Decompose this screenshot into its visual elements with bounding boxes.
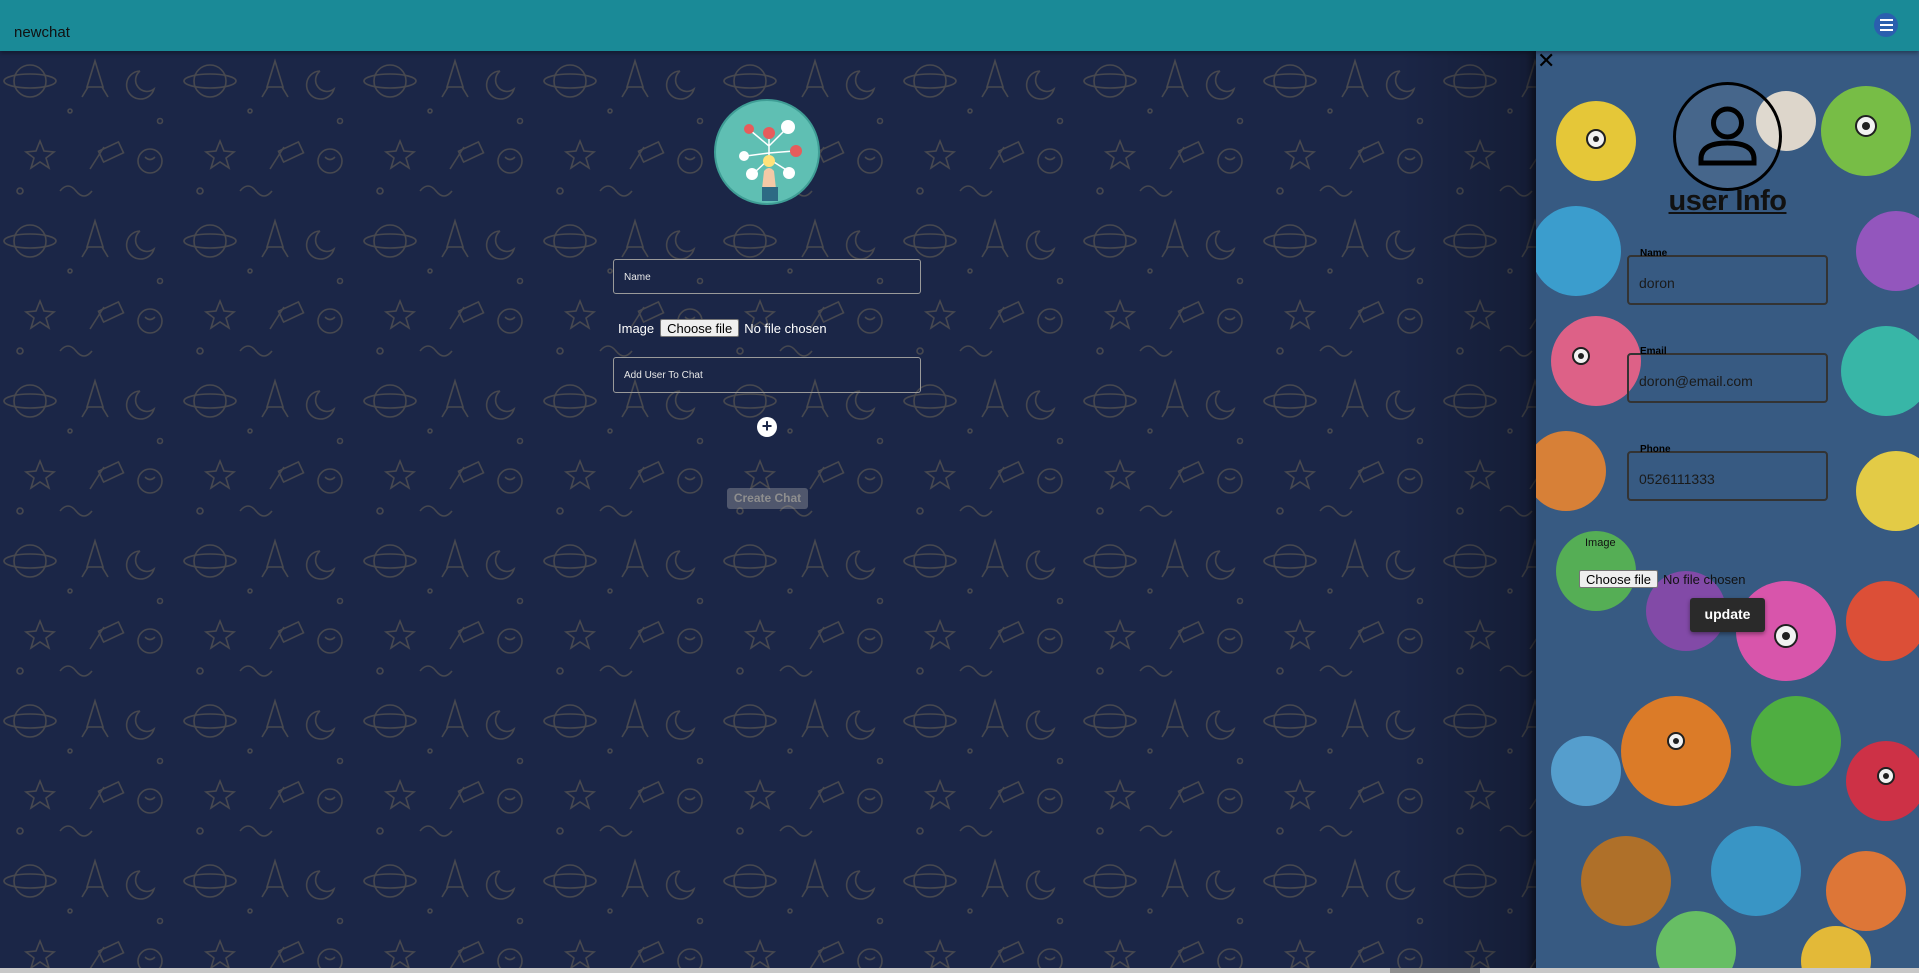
add-user-input[interactable]: Add User To Chat (613, 357, 921, 393)
update-button[interactable]: update (1690, 598, 1765, 632)
user-name-label: Name (1640, 248, 1668, 259)
user-email-value: doron@email.com (1639, 373, 1753, 389)
chat-image-choose-file-button[interactable]: Choose file (660, 319, 740, 337)
chat-name-input[interactable]: Name (613, 259, 921, 294)
horizontal-scrollbar[interactable] (0, 968, 1919, 973)
create-chat-button[interactable]: Create Chat (727, 488, 808, 509)
app-title: newchat (14, 24, 70, 41)
user-info-title: user Info (1668, 185, 1787, 217)
user-image-choose-file-button[interactable]: Choose file (1579, 570, 1659, 588)
chat-image-no-file-text: No file chosen (744, 320, 827, 336)
user-phone-value: 0526111333 (1639, 471, 1715, 487)
user-image-no-file-text: No file chosen (1663, 571, 1746, 587)
user-image-label: Image (1585, 537, 1616, 549)
user-name-field[interactable]: Name doron (1627, 248, 1828, 305)
user-image-file-row: Choose file No file chosen (1579, 570, 1745, 588)
close-icon[interactable]: ✕ (1537, 50, 1555, 72)
user-name-value: doron (1639, 275, 1675, 291)
plus-circle-icon[interactable]: + (757, 417, 777, 437)
user-email-label: Email (1640, 346, 1667, 357)
hamburger-menu-icon[interactable] (1874, 13, 1898, 37)
add-user-placeholder: Add User To Chat (624, 370, 703, 381)
scrollbar-thumb[interactable] (1390, 968, 1480, 973)
network-hand-logo (714, 99, 820, 205)
app-bar: newchat (0, 0, 1919, 51)
chat-image-label: Image (618, 320, 655, 336)
chat-image-row: Image Choose file No file chosen (618, 319, 827, 337)
user-phone-label: Phone (1640, 444, 1671, 455)
chat-name-placeholder: Name (624, 272, 651, 283)
person-icon (1673, 82, 1782, 191)
user-phone-field[interactable]: Phone 0526111333 (1627, 444, 1828, 501)
user-email-field[interactable]: Email doron@email.com (1627, 346, 1828, 403)
